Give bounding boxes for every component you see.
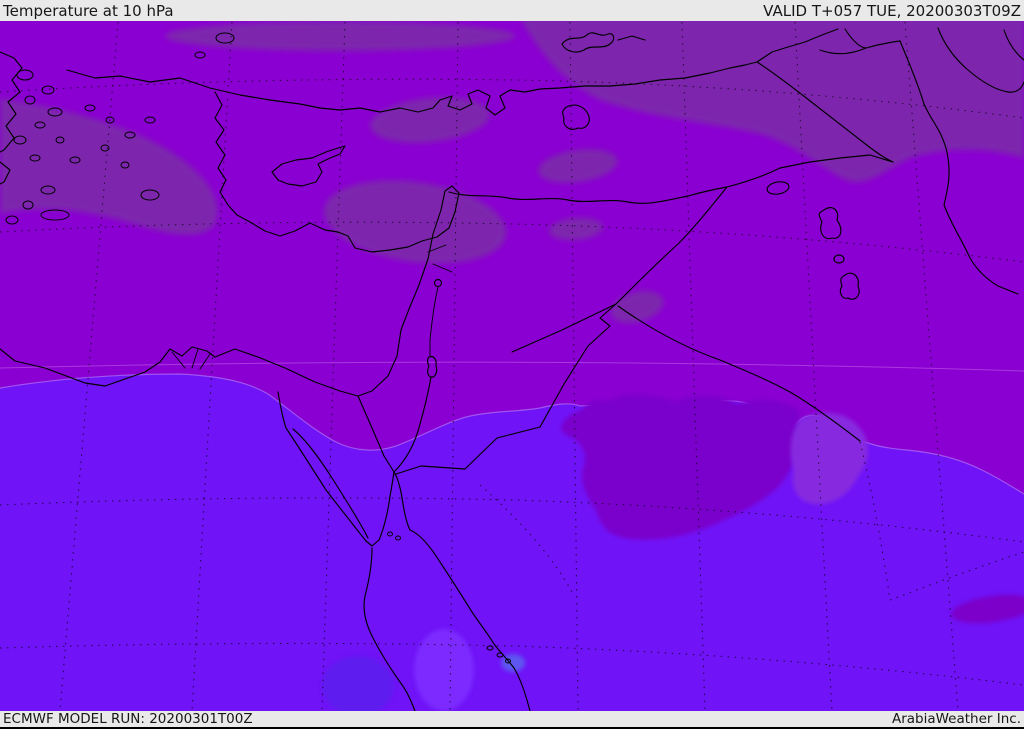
weather-map-window: Temperature at 10 hPa VALID T+057 TUE, 2… <box>0 0 1024 729</box>
weather-map <box>0 0 1024 729</box>
valid-time-label: VALID T+057 TUE, 20200303T09Z <box>763 2 1021 20</box>
map-title: Temperature at 10 hPa <box>3 2 174 20</box>
header-bar: Temperature at 10 hPa VALID T+057 TUE, 2… <box>0 0 1024 21</box>
footer-bar: ECMWF MODEL RUN: 20200301T00Z ArabiaWeat… <box>0 711 1024 729</box>
model-run-label: ECMWF MODEL RUN: 20200301T00Z <box>3 710 253 727</box>
brand-label: ArabiaWeather Inc. <box>891 710 1021 727</box>
